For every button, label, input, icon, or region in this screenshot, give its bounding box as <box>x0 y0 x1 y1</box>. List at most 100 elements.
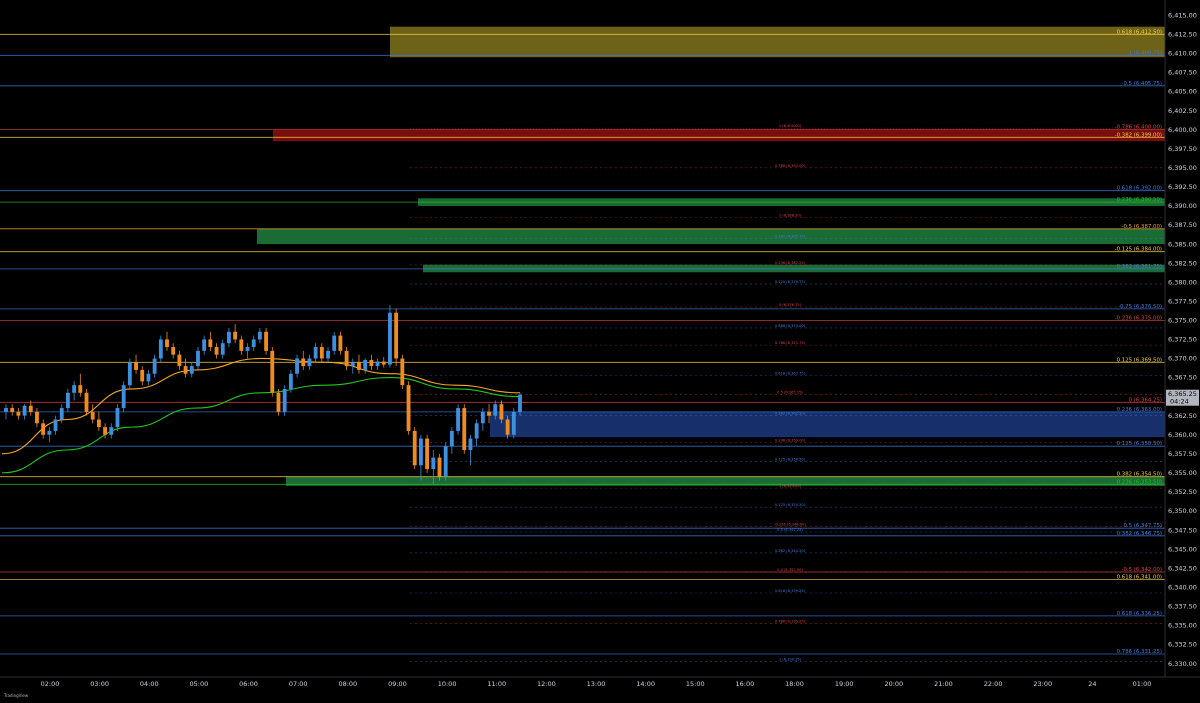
candle-body <box>288 373 293 389</box>
price-tick-label: 6,392.50 <box>1168 183 1197 191</box>
price-chart[interactable]: 0.618 (6,412.50) 1 (6,409.75) -0.5 (6,405.… <box>0 0 1200 703</box>
candle-body <box>381 361 386 365</box>
time-tick-label: 16:00 <box>736 680 755 688</box>
candle-body <box>109 427 114 435</box>
candle-body <box>487 411 491 416</box>
fib-level-label: -0.382 (6,399.00) <box>1115 132 1162 138</box>
fib-zone <box>390 26 1165 58</box>
price-tick-label: 6,402.50 <box>1168 107 1197 115</box>
price-tick-label: 6,410.00 <box>1168 50 1197 58</box>
time-tick-label: 09:00 <box>388 680 407 688</box>
candle-body <box>425 438 430 470</box>
candle-body <box>183 366 188 374</box>
fib-level-label: 0.236 (6,390.50) <box>1117 197 1162 203</box>
fib-zone <box>273 129 1165 142</box>
fib-level-label: 0.618 (6,412.50) <box>1117 29 1162 35</box>
fib-level-label: -0.5 (6,405.75) <box>1122 81 1162 87</box>
candle-body <box>499 404 504 420</box>
candle-body <box>134 362 138 370</box>
fib-level-label: 0.786 (6,335.25) <box>775 620 806 624</box>
price-tick-label: 6,387.50 <box>1168 221 1197 229</box>
time-tick-label: 08:00 <box>338 680 357 688</box>
price-tick-label: 6,360.00 <box>1168 431 1197 439</box>
price-tick-label: 6,372.50 <box>1168 336 1197 344</box>
fib-level-label: 0.618 (6,339.25) <box>775 589 806 593</box>
time-tick-label: 02:00 <box>41 680 60 688</box>
fib-level-label: 0.886 (6,374.00) <box>775 324 806 328</box>
candle-body <box>158 339 163 359</box>
price-tick-label: 6,400.00 <box>1168 126 1197 134</box>
candle-body <box>121 385 126 409</box>
price-tick-label: 6,337.50 <box>1168 603 1197 611</box>
candle-body <box>270 350 275 393</box>
candle-body <box>202 339 207 351</box>
candle-body <box>338 335 343 351</box>
fib-level-label: 0.236 (6,363.00) <box>1117 407 1162 413</box>
price-tick-label: 6,415.00 <box>1168 11 1197 19</box>
fib-level-label: 0.382 (6,344.50) <box>775 549 806 553</box>
candle-body <box>462 408 467 450</box>
fib-level-label: -0.236 (6,348.00) <box>774 522 806 526</box>
candle-body <box>53 419 58 431</box>
time-axis[interactable]: 02:00 03:00 04:00 05:00 06:00 07:00 08:00 09:00… <box>0 676 1200 703</box>
time-tick-label: 14:00 <box>636 680 655 688</box>
price-tick-label: 6,380.00 <box>1168 278 1197 286</box>
fib-level-label: 0.236 (6,359.00) <box>775 438 806 442</box>
candle-body <box>418 438 423 466</box>
candle-body <box>171 347 176 355</box>
candle-body <box>264 331 269 351</box>
fib-level-label: 1 (6,388.50) <box>779 213 802 217</box>
time-tick-label: 13:00 <box>587 680 606 688</box>
candle-body <box>394 312 399 359</box>
fib-level-label: 0.786 (6,371.75) <box>775 341 806 345</box>
fib-level-label: 0.618 (6,367.75) <box>775 372 806 376</box>
candle-body <box>239 339 244 351</box>
price-axis-background <box>1165 0 1200 703</box>
fib-level-label: 1 (6,409.75) <box>1129 50 1162 56</box>
candle-body <box>251 339 256 348</box>
candle-body <box>480 411 485 424</box>
fib-level-label: 0.5 (6,365.25) <box>777 391 803 395</box>
price-tick-label: 6,350.00 <box>1168 507 1197 515</box>
price-tick-label: 6,352.50 <box>1168 488 1197 496</box>
candle-body <box>276 392 281 412</box>
time-tick-label: 24 <box>1088 680 1096 688</box>
fib-level-label: 0.125 (6,369.50) <box>1117 357 1162 363</box>
candle-body <box>66 392 70 409</box>
time-tick-label: 07:00 <box>289 680 308 688</box>
price-tick-label: 6,355.00 <box>1168 469 1197 477</box>
candle-body <box>375 361 380 367</box>
time-tick-label: 11:00 <box>487 680 506 688</box>
fib-level-label: 0.5 (6,347.75) <box>1124 523 1163 529</box>
candle-body <box>257 331 262 340</box>
candle-body <box>431 457 436 470</box>
candle-body <box>313 347 318 359</box>
price-axis[interactable]: 6,330.00 6,332.50 6,335.00 6,337.50 6,340.00… <box>1164 0 1200 703</box>
candle-body <box>344 350 349 367</box>
fib-level-label: 0.382 (6,354.50) <box>1117 472 1162 478</box>
candle-body <box>214 347 219 355</box>
candle-body <box>282 388 287 412</box>
price-tick-label: 6,362.50 <box>1168 412 1197 420</box>
candle-body <box>301 358 306 367</box>
time-tick-label: 21:00 <box>934 680 953 688</box>
price-tick-label: 6,412.50 <box>1168 31 1197 39</box>
price-tick-label: 6,390.00 <box>1168 202 1197 210</box>
price-tick-label: 6,407.50 <box>1168 69 1197 77</box>
time-tick-label: 03:00 <box>90 680 109 688</box>
candle-body <box>103 427 108 435</box>
price-tick-label: 6,357.50 <box>1168 450 1197 458</box>
candle-body <box>456 408 460 431</box>
candle-body <box>363 360 368 370</box>
candle-body <box>41 423 46 435</box>
candle-body <box>412 430 417 466</box>
candle-body <box>16 411 21 416</box>
candle-body <box>369 360 374 367</box>
price-tick-label: 6,375.00 <box>1168 317 1197 325</box>
fib-level-label: 0.618 (6,341.00) <box>1117 575 1162 581</box>
price-tick-label: 6,345.00 <box>1168 545 1197 553</box>
time-tick-label: 18:00 <box>785 680 804 688</box>
price-tick-label: 6,385.00 <box>1168 240 1197 248</box>
fib-level-label: 0.5 (6,342.00) <box>777 568 803 572</box>
candle-body <box>388 312 392 365</box>
